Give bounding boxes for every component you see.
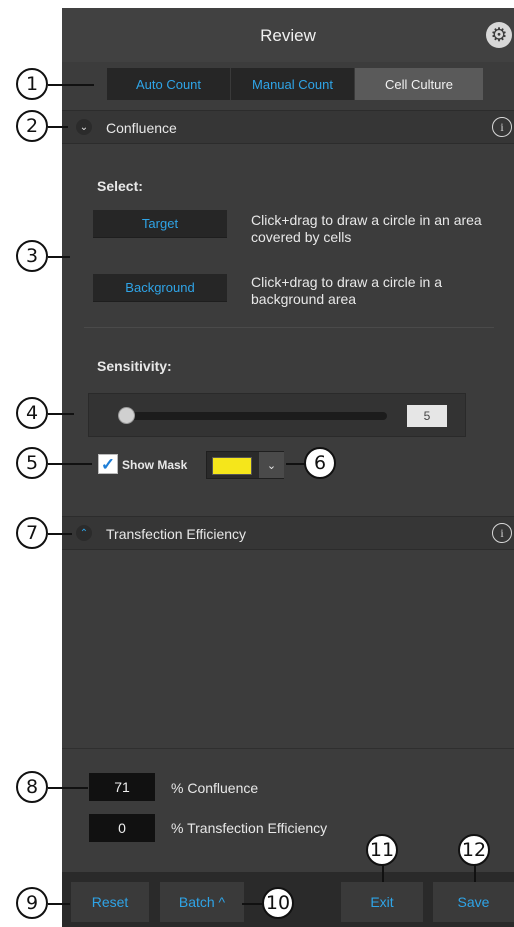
callout-1: 1 [16, 68, 48, 100]
callout-12: 12 [458, 834, 490, 866]
transfection-section-header[interactable]: ⌃ Transfection Efficiency i [62, 516, 514, 550]
checkmark-icon: ✓ [100, 454, 116, 474]
save-button[interactable]: Save [433, 882, 514, 922]
exit-button[interactable]: Exit [341, 882, 423, 922]
confluence-section-label: Confluence [106, 120, 177, 136]
callout-6: 6 [304, 447, 336, 479]
callout-6-leader [286, 463, 306, 465]
select-label: Select: [97, 178, 143, 194]
info-icon[interactable]: i [492, 117, 512, 137]
callout-2: 2 [16, 110, 48, 142]
chevron-up-icon[interactable]: ⌃ [76, 525, 92, 541]
callout-12-leader [474, 865, 476, 882]
callout-2-leader [48, 126, 68, 128]
background-button[interactable]: Background [93, 274, 227, 302]
title-bar: Review ⚙ [62, 8, 514, 62]
callout-5: 5 [16, 447, 48, 479]
callout-9: 9 [16, 887, 48, 919]
callout-4-leader [48, 413, 74, 415]
callout-8-leader [48, 787, 88, 789]
section-divider [84, 327, 494, 328]
page-title: Review [260, 26, 316, 45]
callout-7: 7 [16, 517, 48, 549]
target-hint: Click+drag to draw a circle in an area c… [251, 212, 482, 245]
show-mask-checkbox[interactable]: ✓ [98, 454, 118, 474]
confluence-result-value: 71 [89, 773, 155, 801]
sensitivity-slider-track[interactable] [125, 412, 387, 420]
mask-color-picker[interactable]: ⌄ [206, 451, 284, 479]
callout-8: 8 [16, 771, 48, 803]
callout-4: 4 [16, 397, 48, 429]
batch-button[interactable]: Batch ^ [160, 882, 244, 922]
callout-9-leader [48, 903, 70, 905]
results-area: 71 % Confluence 0 % Transfection Efficie… [62, 748, 514, 872]
transfection-result-value: 0 [89, 814, 155, 842]
callout-7-leader [48, 533, 72, 535]
background-hint: Click+drag to draw a circle in a backgro… [251, 274, 443, 307]
transfection-section-label: Transfection Efficiency [106, 526, 247, 542]
tab-cell-culture[interactable]: Cell Culture [355, 68, 483, 100]
gear-icon[interactable]: ⚙ [486, 22, 512, 48]
callout-5-leader [48, 463, 92, 465]
callout-3-leader [48, 256, 70, 258]
chevron-down-icon[interactable]: ⌄ [76, 119, 92, 135]
mask-color-swatch[interactable] [212, 457, 252, 475]
chevron-down-icon[interactable]: ⌄ [259, 452, 284, 478]
callout-3: 3 [16, 240, 48, 272]
transfection-result-label: % Transfection Efficiency [171, 820, 328, 836]
review-panel: Review ⚙ Auto Count Manual Count Cell Cu… [62, 8, 514, 927]
confluence-result-label: % Confluence [171, 780, 259, 796]
sensitivity-value[interactable]: 5 [407, 405, 447, 427]
confluence-section-header[interactable]: ⌄ Confluence i [62, 110, 514, 144]
callout-11: 11 [366, 834, 398, 866]
mode-tabs: Auto Count Manual Count Cell Culture [107, 68, 483, 100]
callout-10: 10 [262, 887, 294, 919]
tab-auto-count[interactable]: Auto Count [107, 68, 231, 100]
callout-10-leader [242, 903, 262, 905]
callout-11-leader [382, 865, 384, 882]
callout-1-leader [48, 84, 94, 86]
reset-button[interactable]: Reset [71, 882, 149, 922]
sensitivity-label: Sensitivity: [97, 358, 172, 374]
show-mask-label: Show Mask [122, 458, 188, 472]
tab-manual-count[interactable]: Manual Count [231, 68, 355, 100]
info-icon[interactable]: i [492, 523, 512, 543]
sensitivity-control: 5 [88, 393, 466, 437]
sensitivity-slider-thumb[interactable] [118, 407, 135, 424]
target-button[interactable]: Target [93, 210, 227, 238]
